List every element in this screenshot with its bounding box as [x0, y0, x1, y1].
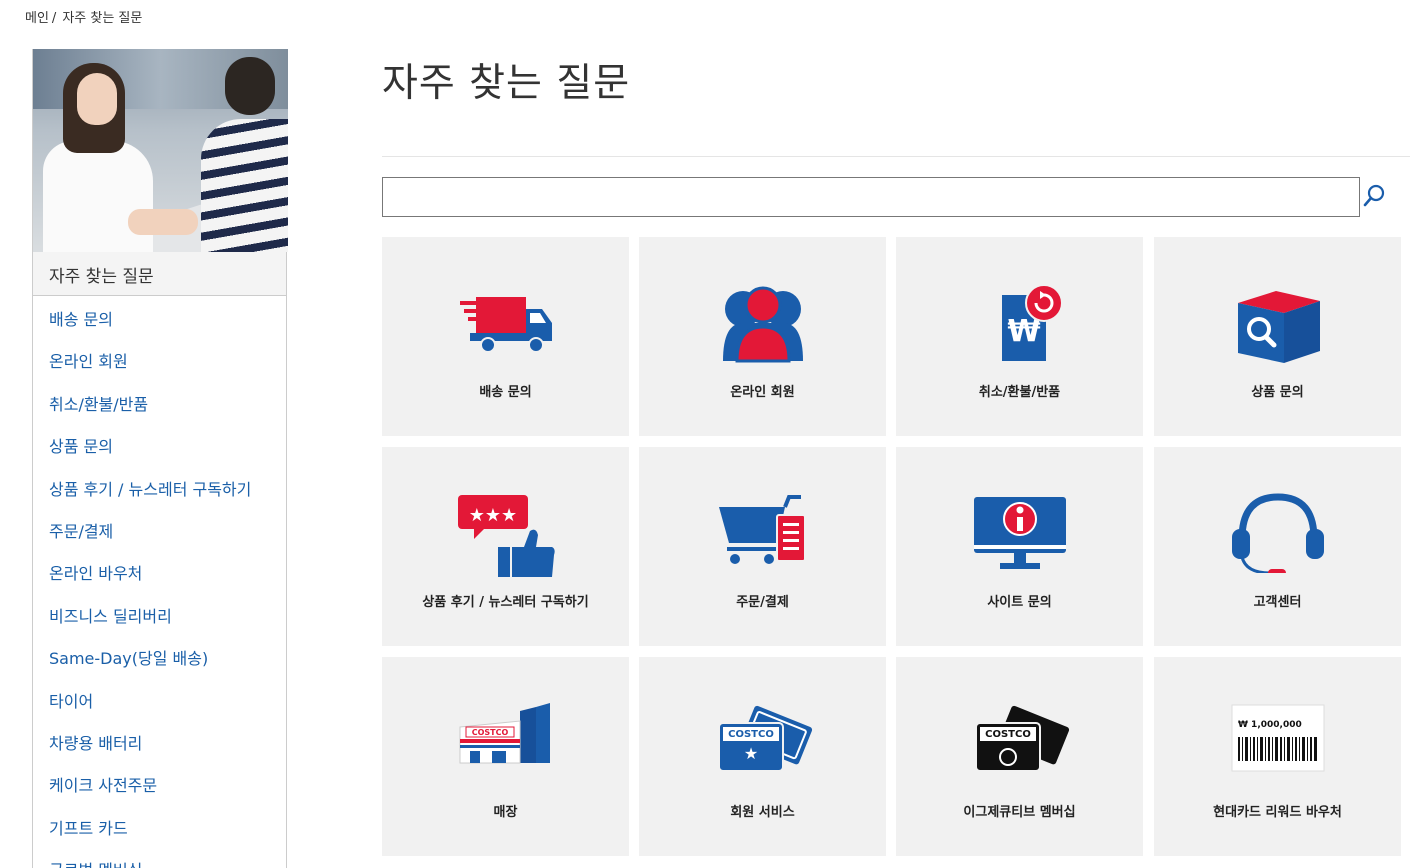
- member-person-icon: [722, 286, 803, 363]
- tile-label: 상품 문의: [1251, 385, 1304, 400]
- product-box-search-icon: [1237, 291, 1320, 363]
- tile-warehouse[interactable]: COSTCO 매장: [382, 657, 629, 856]
- barcode-voucher-icon: ₩ 1,000,000: [1231, 704, 1324, 772]
- search-input[interactable]: [383, 178, 1359, 216]
- tile-executive-membership[interactable]: COSTCO 이그제큐티브 멤버십: [896, 657, 1143, 856]
- warehouse-store-icon: COSTCO: [459, 703, 550, 764]
- tile-delivery[interactable]: 배송 문의: [382, 237, 629, 436]
- shopping-cart-icon: [718, 495, 806, 564]
- tile-label: 고객센터: [1253, 595, 1302, 610]
- svg-text:★: ★: [743, 744, 757, 763]
- tile-online-member[interactable]: 온라인 회원: [639, 237, 886, 436]
- tile-label: 현대카드 리워드 바우처: [1213, 805, 1342, 820]
- search-icon: [1363, 184, 1385, 207]
- sidebar-item-online-member[interactable]: 온라인 회원: [33, 338, 286, 380]
- sidebar-item-order-payment[interactable]: 주문/결제: [33, 508, 286, 550]
- tile-label: 이그제큐티브 멤버십: [963, 805, 1076, 820]
- tile-label: 회원 서비스: [730, 805, 795, 820]
- voucher-amount: ₩ 1,000,000: [1238, 720, 1302, 730]
- search-field[interactable]: [382, 177, 1360, 217]
- search-button[interactable]: [1362, 182, 1388, 210]
- tile-label: 온라인 회원: [730, 385, 795, 400]
- tile-customer-center[interactable]: 고객센터: [1154, 447, 1401, 646]
- tile-hyundai-voucher[interactable]: ₩ 1,000,000 현대카드 리워드 바우처: [1154, 657, 1401, 856]
- sidebar-item-review-newsletter[interactable]: 상품 후기 / 뉴스레터 구독하기: [33, 466, 286, 508]
- membership-card-icon: COSTCO ★: [717, 703, 813, 772]
- tile-label: 주문/결제: [736, 595, 789, 610]
- sidebar-list: 배송 문의 온라인 회원 취소/환불/반품 상품 문의 상품 후기 / 뉴스레터…: [33, 296, 286, 868]
- svg-text:★★★: ★★★: [468, 505, 516, 526]
- breadcrumb-current: 자주 찾는 질문: [62, 11, 143, 26]
- tile-refund[interactable]: ₩ 취소/환불/반품: [896, 237, 1143, 436]
- headset-icon: [1231, 493, 1324, 573]
- sidebar-item-refund[interactable]: 취소/환불/반품: [33, 381, 286, 423]
- costco-logo-text: COSTCO: [728, 729, 774, 740]
- sidebar-item-battery[interactable]: 차량용 배터리: [33, 720, 286, 762]
- page-title: 자주 찾는 질문: [382, 61, 631, 106]
- sidebar-item-global-membership[interactable]: 글로벌 멤버십: [33, 847, 286, 868]
- breadcrumb-separator: /: [51, 11, 57, 26]
- sidebar-item-product[interactable]: 상품 문의: [33, 423, 286, 465]
- sidebar-item-same-day[interactable]: Same-Day(당일 배송): [33, 635, 286, 677]
- tile-label: 매장: [493, 805, 518, 820]
- sidebar-item-gift-card[interactable]: 기프트 카드: [33, 805, 286, 847]
- sidebar: 자주 찾는 질문 배송 문의 온라인 회원 취소/환불/반품 상품 문의 상품 …: [32, 49, 288, 868]
- sidebar-item-business-delivery[interactable]: 비즈니스 딜리버리: [33, 593, 286, 635]
- tile-order-payment[interactable]: 주문/결제: [639, 447, 886, 646]
- review-thumbs-up-icon: ★★★: [457, 495, 555, 577]
- tile-label: 취소/환불/반품: [978, 385, 1061, 400]
- tile-review-newsletter[interactable]: ★★★ 상품 후기 / 뉴스레터 구독하기: [382, 447, 629, 646]
- delivery-truck-icon: [459, 297, 552, 353]
- refund-won-icon: ₩: [1001, 284, 1063, 361]
- tile-label: 상품 후기 / 뉴스레터 구독하기: [422, 595, 589, 610]
- costco-logo-text: COSTCO: [471, 728, 508, 737]
- monitor-info-icon: [973, 497, 1066, 569]
- costco-logo-text: COSTCO: [985, 729, 1031, 740]
- tile-site-inquiry[interactable]: 사이트 문의: [896, 447, 1143, 646]
- tile-label: 배송 문의: [479, 385, 532, 400]
- customer-service-photo: [33, 49, 288, 252]
- sidebar-item-delivery[interactable]: 배송 문의: [33, 296, 286, 338]
- tile-member-service[interactable]: COSTCO ★ 회원 서비스: [639, 657, 886, 856]
- tile-label: 사이트 문의: [987, 595, 1052, 610]
- sidebar-item-tire[interactable]: 타이어: [33, 678, 286, 720]
- tile-product[interactable]: 상품 문의: [1154, 237, 1401, 436]
- executive-card-icon: COSTCO: [974, 703, 1070, 772]
- sidebar-item-cake[interactable]: 케이크 사전주문: [33, 762, 286, 804]
- sidebar-item-voucher[interactable]: 온라인 바우처: [33, 550, 286, 592]
- sidebar-heading[interactable]: 자주 찾는 질문: [33, 252, 286, 296]
- breadcrumb-home[interactable]: 메인: [25, 11, 49, 26]
- divider: [382, 156, 1410, 157]
- breadcrumb: 메인 / 자주 찾는 질문: [25, 7, 142, 26]
